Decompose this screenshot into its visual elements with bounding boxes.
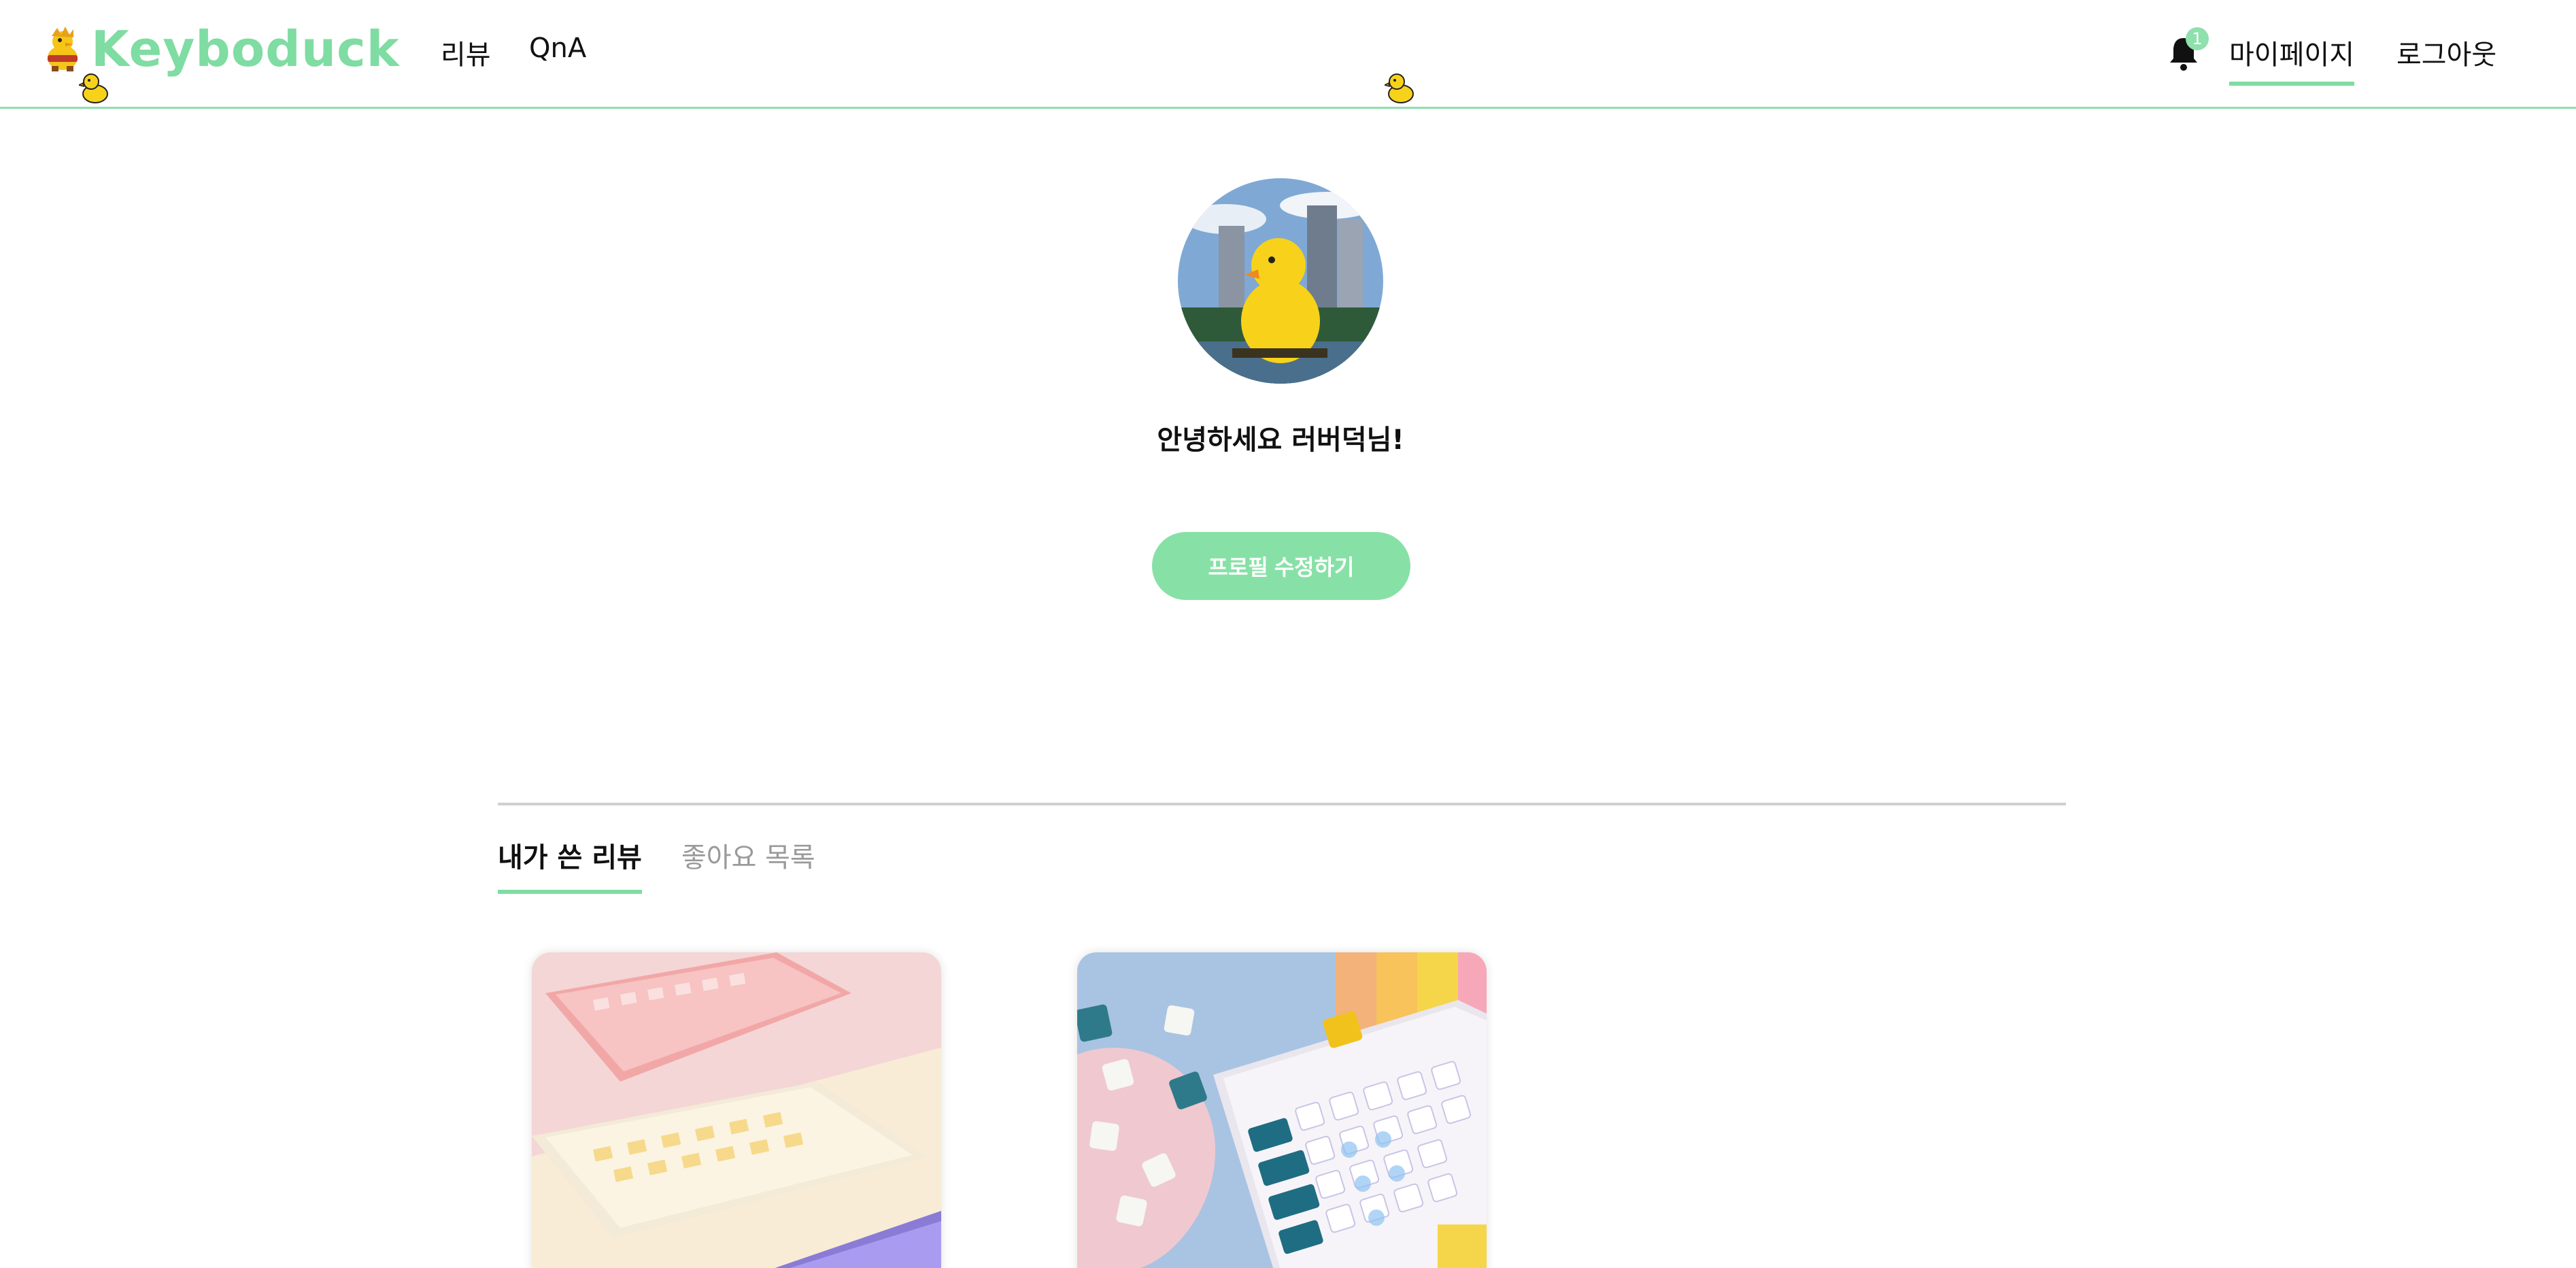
- logo-link[interactable]: Keyboduck: [42, 20, 400, 78]
- nav-logout[interactable]: 로그아웃: [2396, 33, 2496, 72]
- tab-likes[interactable]: 좋아요 목록: [681, 835, 815, 875]
- nav-mypage[interactable]: 마이페이지: [2229, 33, 2354, 86]
- tab-my-reviews[interactable]: 내가 쓴 리뷰: [498, 835, 642, 894]
- profile-avatar: [1178, 178, 1383, 384]
- nav-qna[interactable]: QnA: [529, 33, 586, 64]
- duck-mascot-icon: [48, 27, 78, 71]
- edit-profile-button[interactable]: 프로필 수정하기: [1152, 532, 1410, 600]
- greeting-text: 안녕하세요 러버덕님!: [1157, 424, 1404, 456]
- top-header: Keyboduck 리뷰 QnA 1 마이페이지 로그아웃: [0, 0, 2576, 109]
- pastel-keyboards-image: [532, 952, 941, 1268]
- review-card[interactable]: [532, 952, 941, 1268]
- notification-badge: 1: [2186, 27, 2209, 50]
- rgb-keyboard-with-keycaps-image: [1077, 952, 1487, 1268]
- logo-text: Keyboduck: [91, 20, 400, 78]
- review-card[interactable]: [1077, 952, 1487, 1268]
- duck-icon: [1385, 73, 1414, 103]
- section-divider: [498, 803, 2066, 805]
- duck-icon: [79, 73, 108, 103]
- nav-review[interactable]: 리뷰: [441, 33, 491, 72]
